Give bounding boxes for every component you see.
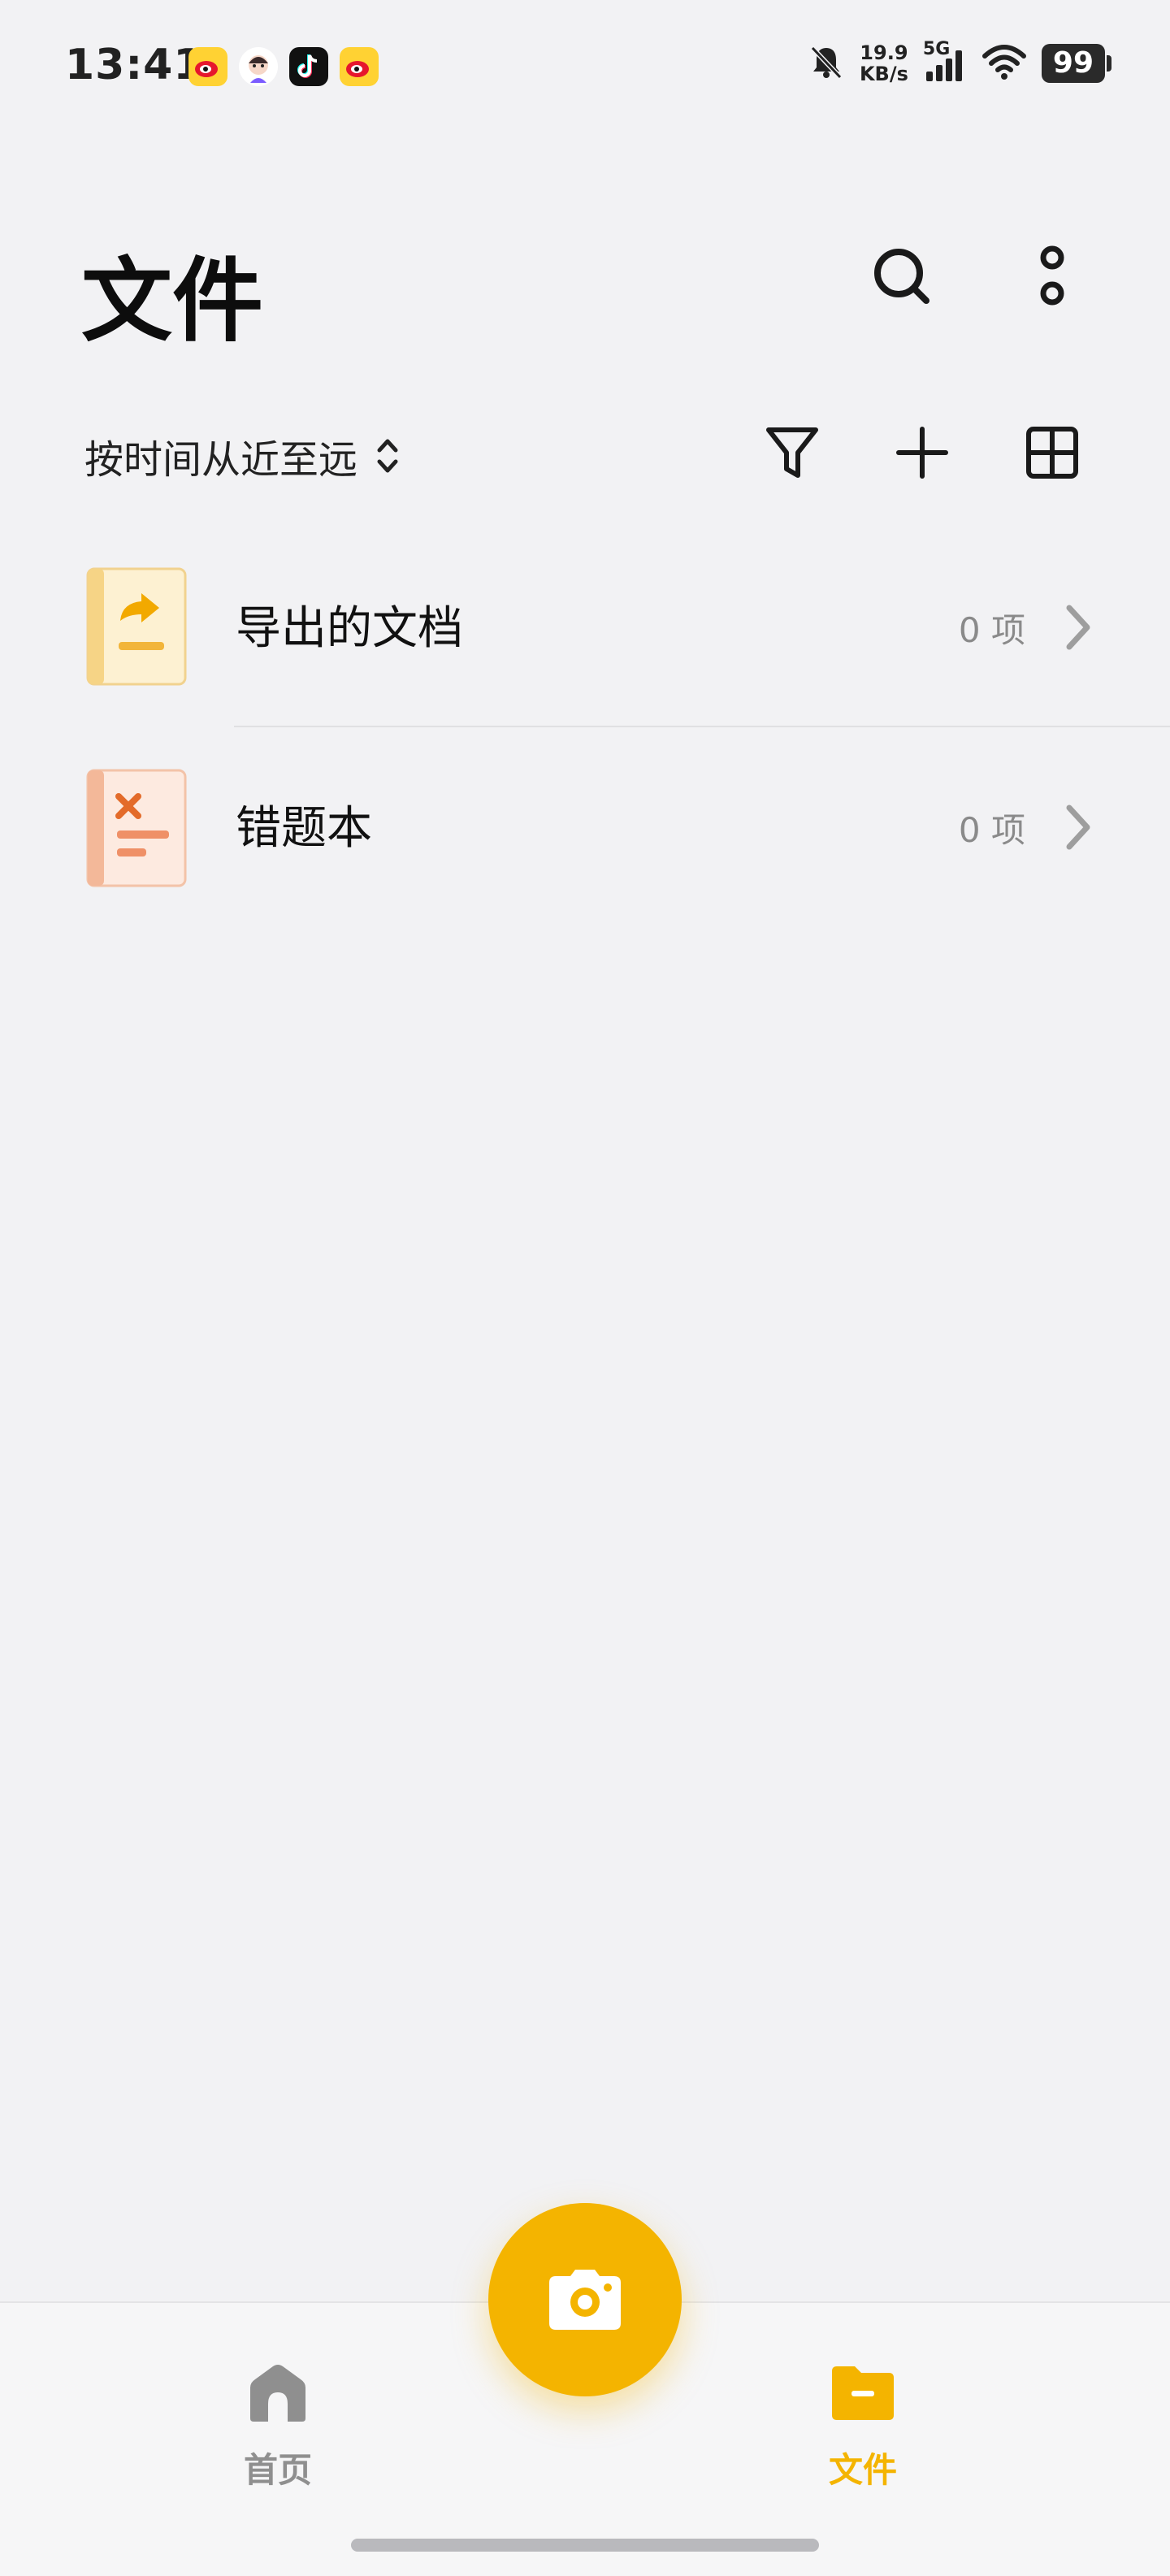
list-item-exported-docs[interactable]: 导出的文档 0 项 [0, 528, 1170, 728]
avatar-app-icon [239, 47, 278, 86]
page-title: 文件 [81, 249, 263, 354]
grid-view-icon [1026, 427, 1078, 479]
sort-label: 按时间从近至远 [84, 437, 358, 483]
list-item-label: 导出的文档 [236, 602, 463, 655]
network-speed-value: 19.9 [860, 41, 908, 64]
list-item-count: 0 项 [958, 810, 1025, 850]
wifi-icon [982, 43, 1027, 84]
list-item-mistake-book[interactable]: 错题本 0 项 [0, 728, 1170, 928]
battery-indicator: 99 [1041, 44, 1112, 83]
weibo-icon [188, 47, 228, 86]
filter-icon [766, 427, 818, 478]
list-divider [234, 726, 1170, 727]
cellular-signal: 5G [922, 39, 967, 85]
tiktok-icon [289, 47, 328, 86]
nav-home-label: 首页 [244, 2450, 313, 2490]
chevron-right-icon [1066, 605, 1090, 650]
nav-home[interactable]: 首页 [244, 2360, 312, 2492]
nav-files[interactable]: 文件 [829, 2360, 897, 2492]
more-options-button[interactable] [1012, 236, 1093, 317]
status-time: 13:41 [65, 41, 204, 89]
list-item-label: 错题本 [236, 802, 372, 855]
network-type: 5G [922, 39, 951, 59]
more-vertical-icon [1040, 245, 1064, 306]
search-icon [874, 249, 930, 304]
network-speed-unit: KB/s [859, 63, 908, 85]
weibo-icon [340, 47, 379, 86]
mistake-book-icon [86, 769, 187, 887]
export-document-icon [86, 567, 187, 686]
nav-files-label: 文件 [829, 2450, 898, 2490]
search-button[interactable] [861, 236, 942, 317]
add-button[interactable] [886, 416, 959, 489]
home-icon [250, 2365, 306, 2422]
network-speed: 19.9 KB/s [860, 42, 908, 85]
home-indicator-bar [351, 2539, 819, 2552]
filter-button[interactable] [756, 416, 829, 489]
add-icon [896, 427, 948, 479]
sort-toggle-icon [377, 439, 398, 473]
status-indicators: 19.9 KB/s 5G 99 [808, 39, 1112, 85]
camera-icon [549, 2270, 621, 2330]
grid-view-button[interactable] [1016, 416, 1089, 489]
status-app-icons [188, 47, 379, 86]
chevron-right-icon [1066, 804, 1090, 850]
folder-icon [832, 2366, 894, 2420]
sort-selector[interactable]: 按时间从近至远 [84, 427, 400, 484]
camera-button[interactable] [488, 2203, 682, 2396]
mute-bell-icon [808, 43, 845, 84]
list-item-count: 0 项 [958, 610, 1025, 650]
